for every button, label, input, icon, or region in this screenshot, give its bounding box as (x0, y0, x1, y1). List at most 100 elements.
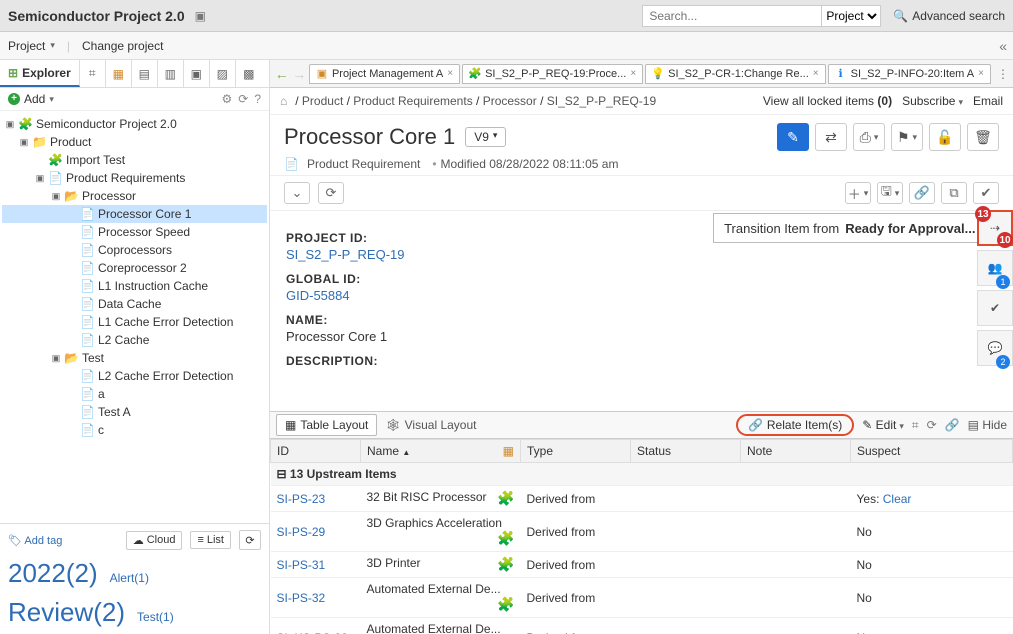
rel-id-link[interactable]: SI-PS-23 (277, 492, 326, 506)
doc-tab[interactable]: ▣Project Management A× (309, 64, 460, 84)
col-id[interactable]: ID (271, 440, 361, 463)
project-id-link[interactable]: SI_S2_P-P_REQ-19 (286, 247, 405, 262)
breadcrumb-link[interactable]: Processor (483, 94, 537, 108)
add-tag-link[interactable]: 🏷 Add tag (8, 534, 62, 547)
collapse-all-icon[interactable]: ⌄ (284, 182, 310, 204)
global-id-link[interactable]: GID-55884 (286, 288, 350, 303)
locked-items-link[interactable]: View all locked items (0) (763, 94, 892, 108)
tag-review[interactable]: Review(2) (8, 597, 125, 628)
project-menu[interactable]: Project (8, 39, 55, 53)
grid-icon[interactable]: ▦ (106, 60, 132, 87)
breadcrumb-link[interactable]: Product (302, 94, 343, 108)
search-input[interactable] (642, 5, 822, 27)
visual-layout-tab[interactable]: 🕸 Visual Layout (385, 418, 476, 432)
release-icon[interactable]: ▥ (158, 60, 184, 87)
rail-comments-button[interactable]: 💬 2 (977, 330, 1013, 366)
tree-node[interactable]: 📄a (2, 385, 267, 403)
relate-items-button[interactable]: 🔗 Relate Item(s) (736, 414, 854, 436)
workflow-button[interactable]: ⇄ (815, 123, 847, 151)
tree-node-product-requirements[interactable]: ▣📄Product Requirements (2, 169, 267, 187)
close-icon[interactable]: × (813, 68, 819, 79)
table-row[interactable]: SI-PS-32Automated External De... 🧩Derive… (271, 578, 1013, 618)
rel-link-icon[interactable]: 🔗 (945, 418, 960, 432)
col-note[interactable]: Note (741, 440, 851, 463)
tree-node[interactable]: 📄L1 Instruction Cache (2, 277, 267, 295)
change-project-link[interactable]: Change project (82, 39, 163, 53)
lock-button[interactable]: 🔓 (929, 123, 961, 151)
tree-node[interactable]: 📄L2 Cache Error Detection (2, 367, 267, 385)
doc-tab[interactable]: 🧩SI_S2_P-P_REQ-19:Proce...× (462, 64, 643, 84)
tree-node[interactable]: 📄Data Cache (2, 295, 267, 313)
tag-view-cloud[interactable]: ☁ Cloud (126, 531, 183, 550)
tree-node[interactable]: 📄Coreprocessor 2 (2, 259, 267, 277)
filter-icon[interactable]: ⌗ (80, 60, 106, 87)
tree-node[interactable]: 🧩Import Test (2, 151, 267, 169)
export-button[interactable]: ⎙ (853, 123, 885, 151)
refresh-icon[interactable]: ⟳ (238, 92, 248, 106)
add-menu[interactable]: ＋ (845, 182, 871, 204)
table-layout-tab[interactable]: ▦ Table Layout (276, 414, 377, 436)
col-name[interactable]: Name ▲ ▦ (361, 440, 521, 463)
table-row[interactable]: SI-PS-313D Printer 🧩Derived fromNo (271, 552, 1013, 578)
close-icon[interactable]: × (447, 68, 453, 79)
close-icon[interactable]: × (978, 68, 984, 79)
tab-nav-fwd-icon[interactable]: → (291, 66, 306, 82)
doc-tab[interactable]: 💡SI_S2_P-CR-1:Change Re...× (645, 64, 825, 84)
col-type[interactable]: Type (521, 440, 631, 463)
test-icon[interactable]: ▣ (184, 60, 210, 87)
rel-id-link[interactable]: SI-PS-32 (277, 591, 326, 605)
add-button[interactable]: + Add ▾ (8, 92, 54, 106)
tag-test[interactable]: Test(1) (137, 610, 174, 624)
edit-rel-menu[interactable]: ✎ Edit (862, 418, 904, 432)
tree-node[interactable]: 📄L1 Cache Error Detection (2, 313, 267, 331)
tree-node[interactable]: 📄Test A (2, 403, 267, 421)
breadcrumb-home-icon[interactable]: ⌂ (280, 94, 287, 108)
table-row[interactable]: SI_KS-PS-23Automated External De... 🧩Der… (271, 618, 1013, 634)
col-status[interactable]: Status (631, 440, 741, 463)
actions-button[interactable]: ⚑ (891, 123, 923, 151)
tree-root[interactable]: ▣🧩Semiconductor Project 2.0 (2, 115, 267, 133)
delete-button[interactable]: 🗑 (967, 123, 999, 151)
tree-node[interactable]: 📄Coprocessors (2, 241, 267, 259)
save-menu[interactable]: 🖫 (877, 182, 903, 204)
tab-explorer[interactable]: ⊞ Explorer (0, 60, 80, 87)
table-row[interactable]: SI-PS-293D Graphics Acceleration 🧩Derive… (271, 512, 1013, 552)
collapse-sidebar-icon[interactable]: « (999, 38, 1007, 54)
link-icon[interactable]: 🔗 (909, 182, 935, 204)
rail-activity-button[interactable]: ✔ (977, 290, 1013, 326)
tag-refresh-icon[interactable]: ⟳ (239, 530, 261, 550)
stream-icon[interactable]: ▨ (210, 60, 236, 87)
rail-relationships-button[interactable]: 13 ⇢ 10 (977, 210, 1013, 246)
tree-node-processor-core-1[interactable]: 📄Processor Core 1 (2, 205, 267, 223)
table-row[interactable]: SI-PS-2332 Bit RISC Processor 🧩Derived f… (271, 486, 1013, 512)
copy-icon[interactable]: ⧉ (941, 182, 967, 204)
gear-icon[interactable]: ⚙ (221, 92, 232, 106)
edit-button[interactable]: ✎ (777, 123, 809, 151)
approve-icon[interactable]: ✔ (973, 182, 999, 204)
rel-filter-icon[interactable]: ⌗ (912, 418, 919, 433)
rel-id-link[interactable]: SI-PS-31 (277, 558, 326, 572)
version-selector[interactable]: V9▾ (465, 127, 506, 147)
rel-hide-button[interactable]: ▤ Hide (968, 418, 1007, 432)
search-scope-select[interactable]: Project (822, 5, 881, 27)
rel-id-link[interactable]: SI-PS-29 (277, 525, 326, 539)
refresh-item-icon[interactable]: ⟳ (318, 182, 344, 204)
clear-link[interactable]: Clear (883, 492, 912, 506)
tab-overflow-icon[interactable]: ⋮ (997, 67, 1009, 81)
breadcrumb-link[interactable]: Product Requirements (353, 94, 472, 108)
tree-node-test[interactable]: ▣📂Test (2, 349, 267, 367)
baseline-icon[interactable]: ▤ (132, 60, 158, 87)
tree-node[interactable]: 📄Processor Speed (2, 223, 267, 241)
subscribe-menu[interactable]: Subscribe (902, 94, 963, 108)
tag-view-list[interactable]: ≡ List (190, 531, 231, 549)
email-link[interactable]: Email (973, 94, 1003, 108)
help-icon[interactable]: ? (254, 92, 261, 106)
tag-2022[interactable]: 2022(2) (8, 558, 98, 589)
advanced-search-link[interactable]: 🔍 Advanced search (893, 9, 1005, 23)
tree-node[interactable]: 📄c (2, 421, 267, 439)
tab-nav-back-icon[interactable]: ← (274, 66, 289, 82)
rail-users-button[interactable]: 👥 1 (977, 250, 1013, 286)
doc-tab[interactable]: ℹSI_S2_P-INFO-20:Item A× (828, 64, 991, 84)
rel-id-link[interactable]: SI_KS-PS-23 (277, 631, 348, 634)
risk-icon[interactable]: ▩ (236, 60, 262, 87)
